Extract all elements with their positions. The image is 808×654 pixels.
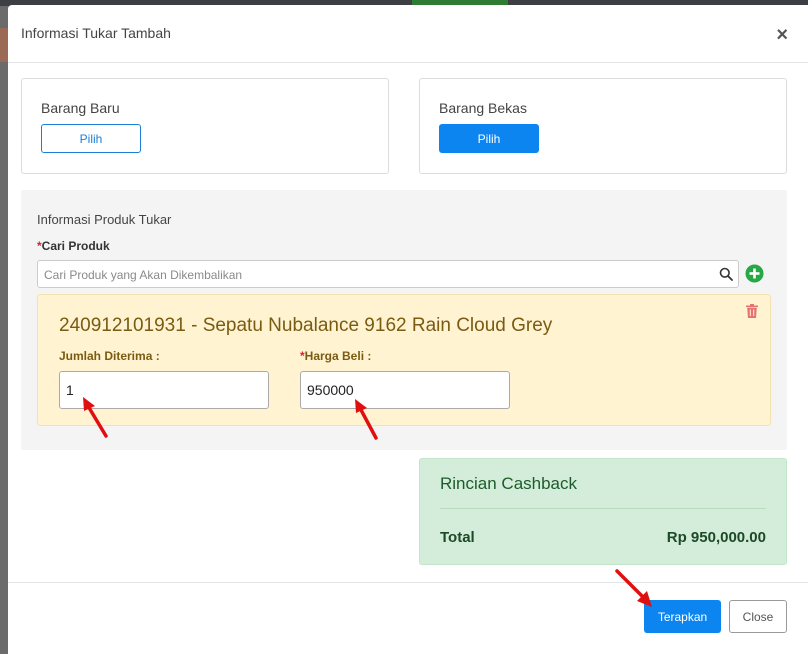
search-product-label-text: Cari Produk (41, 239, 110, 253)
exchange-product-section: Informasi Produk Tukar *Cari Produk 2409… (21, 190, 787, 450)
search-icon[interactable] (719, 267, 733, 281)
new-item-card: Barang Baru Pilih (21, 78, 389, 174)
exchange-section-title: Informasi Produk Tukar (37, 212, 172, 227)
pick-used-item-button[interactable]: Pilih (439, 124, 539, 153)
purchase-price-label: *Harga Beli : (300, 349, 371, 363)
exchange-product-card: 240912101931 - Sepatu Nubalance 9162 Rai… (37, 294, 771, 426)
search-product-label: *Cari Produk (37, 239, 110, 253)
product-title: 240912101931 - Sepatu Nubalance 9162 Rai… (59, 315, 553, 336)
modal-footer: Terapkan Close (8, 582, 808, 654)
quantity-received-input[interactable] (59, 371, 269, 409)
add-product-icon[interactable] (745, 264, 764, 283)
cashback-total-value: Rp 950,000.00 (666, 529, 766, 546)
cashback-divider (440, 508, 766, 509)
modal-header: Informasi Tukar Tambah × (8, 5, 808, 63)
search-product-input[interactable] (44, 267, 704, 283)
purchase-price-input[interactable] (300, 371, 510, 409)
close-icon[interactable]: × (776, 25, 788, 45)
pick-new-item-button[interactable]: Pilih (41, 124, 141, 153)
trash-icon[interactable] (746, 304, 758, 318)
cashback-details-panel: Rincian Cashback Total Rp 950,000.00 (419, 458, 787, 565)
trade-in-modal: Informasi Tukar Tambah × Barang Baru Pil… (8, 5, 808, 654)
new-item-label: Barang Baru (41, 100, 120, 116)
quantity-received-label: Jumlah Diterima : (59, 349, 160, 363)
apply-button[interactable]: Terapkan (644, 600, 721, 633)
cashback-total-label: Total (440, 529, 475, 546)
cashback-title: Rincian Cashback (440, 474, 578, 493)
modal-title: Informasi Tukar Tambah (21, 25, 171, 41)
used-item-label: Barang Bekas (439, 100, 527, 116)
used-item-card: Barang Bekas Pilih (419, 78, 787, 174)
close-button[interactable]: Close (729, 600, 787, 633)
search-product-box (37, 260, 739, 288)
purchase-price-label-text: Harga Beli : (304, 349, 372, 363)
